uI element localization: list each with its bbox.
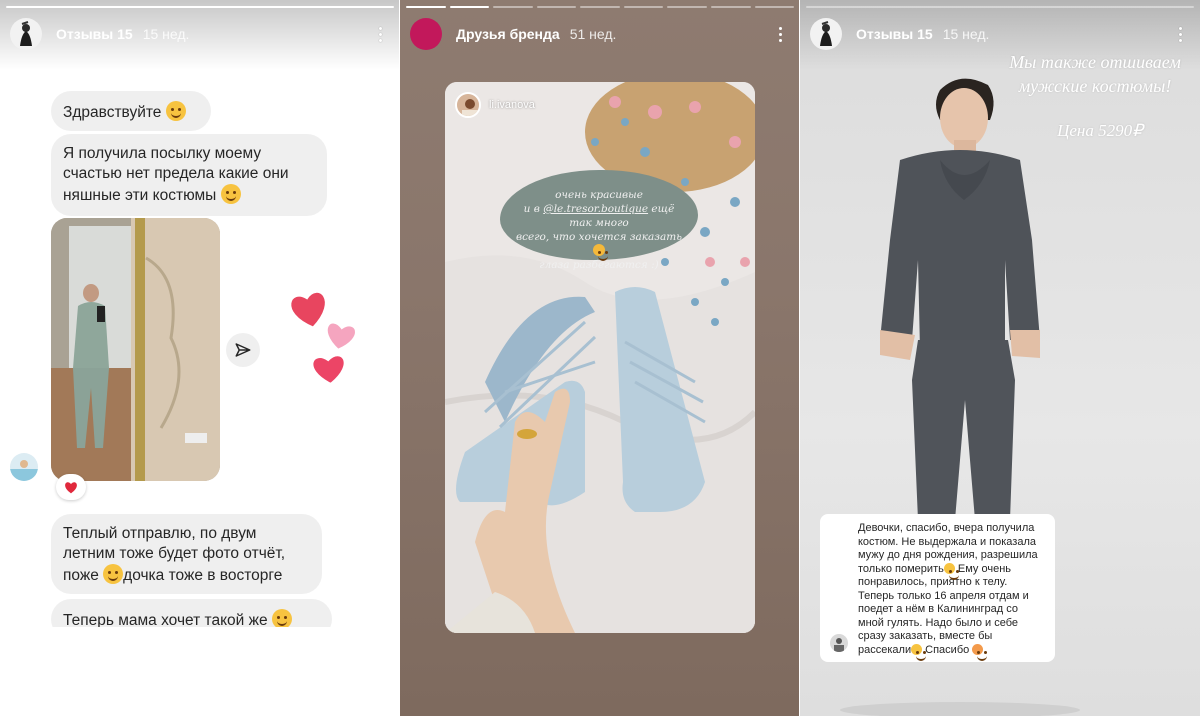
story-username[interactable]: Отзывы 15 [856,26,933,42]
sandals-photo [445,82,755,633]
reposted-user[interactable]: li.ivanova [455,92,535,118]
promo-caption-line: Мы также отшиваем [1009,52,1181,72]
cloud-text: очень красивые [555,189,643,201]
progress-segment [710,6,751,8]
cloud-text-part: и в [523,203,544,215]
review-text: Ему очень понравилось, приятно к телу. Т… [858,562,1029,656]
share-icon[interactable] [226,333,260,367]
profile-avatar[interactable] [10,18,42,50]
story-header: Друзья бренда 51 нед. [410,14,790,54]
comment-cloud-sticker: очень красивые и в @le.tresor.boutique е… [500,170,698,271]
sender-avatar [10,453,38,481]
cloud-text-part: всего, что хочется заказать [516,231,682,243]
progress-bar [6,6,394,8]
stories-strip: Отзывы 15 15 нед. Здравствуйте Я получил… [0,0,1200,716]
customer-photo[interactable] [51,218,220,481]
hearts-face-emoji-icon [972,643,988,661]
progress-segment [406,6,446,8]
heart-reaction-icon [56,474,86,500]
heart-eyes-emoji-icon [593,244,608,261]
message-bubble: Здравствуйте [51,91,211,131]
story-username[interactable]: Друзья бренда [456,26,560,42]
message-bubble: Я получила посылку моему счастью нет пре… [51,134,327,216]
progress-segment [667,6,707,8]
reposted-user-avatar [455,92,481,118]
price-label: Цена 5290₽ [1057,121,1143,140]
review-screenshot: Девочки, спасибо, вчера получила костюм.… [820,514,1055,662]
story-header: Отзывы 15 15 нед. [810,14,1190,54]
reviewer-avatar [830,634,848,652]
smile-emoji-icon [911,643,927,661]
reposted-story-card[interactable]: li.ivanova очень красивые и в @le.tresor… [445,82,755,633]
review-text: Спасибо [922,643,970,656]
more-options-icon[interactable] [1170,23,1190,45]
cloud-text: глаза разбегаются :) [539,259,659,271]
story-time: 15 нед. [142,26,190,42]
progress-segment [754,6,795,8]
profile-avatar[interactable] [810,18,842,50]
story-reviews-chat[interactable]: Отзывы 15 15 нед. Здравствуйте Я получил… [0,0,400,716]
progress-segment [6,6,394,8]
message-text: Здравствуйте [63,104,162,121]
smile-emoji-icon [103,564,124,584]
reposted-username: li.ivanova [489,99,535,111]
cloud-text: и в @le.tresor.boutique ещё так много [516,202,682,230]
story-username[interactable]: Отзывы 15 [56,26,133,42]
message-text: дочка тоже в восторге [123,567,283,584]
more-options-icon[interactable] [770,23,790,45]
story-time: 15 нед. [942,26,990,42]
more-options-icon[interactable] [370,23,390,45]
smile-emoji-icon [165,101,186,121]
smile-emoji-icon [943,562,959,580]
hugging-emoji-icon [220,184,241,204]
story-header: Отзывы 15 15 нед. [10,14,390,54]
promo-caption: Мы также отшиваем мужские костюмы! [1000,50,1190,98]
profile-avatar[interactable] [410,18,442,50]
progress-segment [493,6,533,8]
hearts-sticker-icon [289,290,357,386]
bottom-crop [0,627,400,716]
progress-segment [623,6,664,8]
promo-caption-line: мужские костюмы! [1018,76,1172,96]
story-time: 51 нед. [569,26,617,42]
message-text: Я получила посылку моему счастью нет пре… [63,145,289,204]
message-bubble: Теплый отправлю, по двум летним тоже буд… [51,514,322,594]
progress-bar [406,6,795,8]
progress-segment [536,6,577,8]
brand-mention-link[interactable]: @le.tresor.boutique [543,203,648,215]
progress-segment [580,6,620,8]
cloud-text: всего, что хочется заказать [516,230,682,261]
grin-emoji-icon [271,609,292,629]
progress-segment [449,6,490,8]
